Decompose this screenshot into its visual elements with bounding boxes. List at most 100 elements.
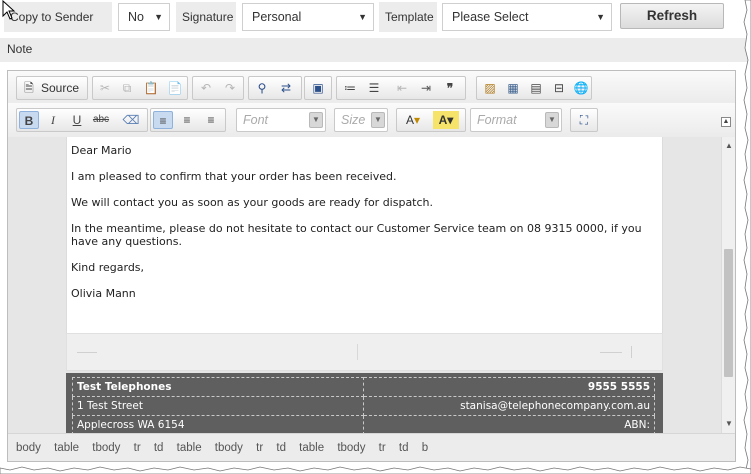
table-row: Test Telephones 9555 5555: [72, 377, 655, 397]
copy-to-sender-value: No: [128, 10, 144, 24]
copy-to-sender-select[interactable]: No ▼: [118, 3, 170, 31]
path-item[interactable]: tbody: [92, 442, 120, 454]
email-body[interactable]: Dear Mario I am pleased to confirm that …: [66, 137, 663, 333]
divider-line: [357, 344, 358, 360]
template-select[interactable]: Please Select ▼: [442, 3, 612, 31]
remove-format-icon[interactable]: ⌫: [121, 111, 141, 129]
background-color-icon[interactable]: A▾: [433, 111, 459, 129]
image-icon[interactable]: ▨: [480, 79, 500, 97]
path-item[interactable]: td: [154, 442, 164, 454]
divider-line: [77, 352, 97, 353]
template-label: Template: [379, 2, 437, 32]
body-paragraph-3: In the meantime, please do not hesitate …: [71, 222, 642, 248]
maximize-icon[interactable]: ⛶: [574, 111, 594, 129]
font-placeholder: Font: [243, 113, 269, 127]
refresh-button[interactable]: Refresh: [620, 3, 724, 29]
abn-cell: ABN:: [363, 415, 655, 433]
path-item[interactable]: tr: [379, 442, 386, 454]
find-icon[interactable]: ⚲: [252, 79, 272, 97]
signature-select[interactable]: Personal ▼: [242, 3, 374, 31]
path-item[interactable]: table: [177, 442, 202, 454]
collapse-toolbar-icon[interactable]: ▲: [721, 117, 731, 127]
history-group: ↶ ↷: [192, 76, 244, 100]
align-left-icon[interactable]: ≡: [153, 111, 173, 129]
outdent-icon[interactable]: ⇤: [392, 79, 412, 97]
cut-icon[interactable]: ✂: [95, 79, 115, 97]
align-center-icon[interactable]: ≡: [177, 111, 197, 129]
size-placeholder: Size: [341, 113, 366, 127]
chevron-down-icon: ▼: [371, 112, 385, 128]
signature-value: Personal: [252, 10, 302, 24]
underline-icon[interactable]: U: [67, 111, 87, 129]
basic-styles-group: B I U abc ⌫: [16, 108, 148, 132]
paste-from-word-icon[interactable]: 📄: [165, 79, 185, 97]
path-item[interactable]: tr: [256, 442, 263, 454]
select-all-group: ▣: [304, 76, 332, 100]
source-icon: 🗎: [24, 81, 34, 95]
closing-line: Kind regards,: [71, 261, 145, 274]
horizontal-line-icon[interactable]: ▤: [526, 79, 546, 97]
size-combo[interactable]: Size ▼: [334, 108, 388, 132]
bulleted-list-icon[interactable]: ☰: [364, 79, 384, 97]
rich-text-editor: 🗎 Source ✂ ⧉ 📋 📄 ↶ ↷ ⚲ ⇄ ▣ ≔ ☰ ⇤ ⇥ ❞ ▨ ▦…: [7, 70, 736, 462]
chevron-down-icon: ▼: [309, 112, 323, 128]
format-placeholder: Format: [477, 113, 517, 127]
source-button[interactable]: 🗎 Source: [16, 76, 88, 100]
align-right-icon[interactable]: ≡: [201, 111, 221, 129]
path-item[interactable]: tbody: [215, 442, 243, 454]
text-color-icon[interactable]: A▾: [400, 111, 426, 129]
chevron-down-icon: ▼: [154, 12, 163, 22]
torn-edge-bottom: [0, 466, 751, 474]
mouse-pointer-icon: [2, 0, 16, 20]
maximize-group: ⛶: [570, 108, 598, 132]
link-icon[interactable]: 🌐: [571, 79, 591, 97]
street-cell: 1 Test Street: [72, 396, 364, 416]
blockquote-icon[interactable]: ❞: [440, 79, 460, 97]
replace-icon[interactable]: ⇄: [276, 79, 296, 97]
redo-icon[interactable]: ↷: [220, 79, 240, 97]
italic-icon[interactable]: I: [43, 111, 63, 129]
chevron-down-icon: ▼: [358, 12, 367, 22]
path-item[interactable]: tr: [134, 442, 141, 454]
path-item[interactable]: td: [399, 442, 409, 454]
find-group: ⚲ ⇄: [248, 76, 302, 100]
signature-block[interactable]: Test Telephones 9555 5555 1 Test Street …: [66, 373, 663, 433]
clipboard-group: ✂ ⧉ 📋 📄: [92, 76, 188, 100]
note-label: Note: [0, 38, 751, 62]
path-item[interactable]: body: [16, 442, 41, 454]
path-item[interactable]: table: [54, 442, 79, 454]
scrollbar-thumb[interactable]: [724, 249, 733, 377]
strikethrough-icon[interactable]: abc: [91, 111, 111, 129]
scroll-down-icon[interactable]: ▼: [722, 417, 736, 431]
bold-icon[interactable]: B: [19, 111, 39, 129]
divider-line: [600, 352, 622, 353]
scroll-up-icon[interactable]: ▲: [722, 139, 736, 153]
undo-icon[interactable]: ↶: [196, 79, 216, 97]
list-indent-group: ≔ ☰ ⇤ ⇥ ❞: [336, 76, 466, 100]
numbered-list-icon[interactable]: ≔: [340, 79, 360, 97]
body-paragraph-1: I am pleased to confirm that your order …: [71, 170, 397, 183]
path-item[interactable]: b: [422, 442, 428, 454]
company-name-cell: Test Telephones: [72, 377, 364, 397]
paste-icon[interactable]: 📋: [141, 79, 161, 97]
editor-toolbar-row-1: 🗎 Source ✂ ⧉ 📋 📄 ↶ ↷ ⚲ ⇄ ▣ ≔ ☰ ⇤ ⇥ ❞ ▨ ▦…: [8, 71, 735, 105]
table-row: Applecross WA 6154 ABN:: [72, 415, 655, 433]
path-item[interactable]: tbody: [337, 442, 365, 454]
screenshot: Copy to Sender No ▼ Signature Personal ▼…: [0, 0, 751, 474]
sender-name: Olivia Mann: [71, 287, 136, 300]
path-item[interactable]: td: [276, 442, 286, 454]
format-combo[interactable]: Format ▼: [470, 108, 562, 132]
select-all-icon[interactable]: ▣: [308, 79, 328, 97]
page-break-icon[interactable]: ⊟: [549, 79, 569, 97]
table-icon[interactable]: ▦: [503, 79, 523, 97]
email-cell: stanisa@telephonecompany.com.au: [363, 396, 655, 416]
vertical-scrollbar[interactable]: ▲ ▼: [721, 137, 735, 433]
alignment-group: ≡ ≡ ≡: [150, 108, 226, 132]
indent-icon[interactable]: ⇥: [416, 79, 436, 97]
path-item[interactable]: table: [299, 442, 324, 454]
copy-icon[interactable]: ⧉: [117, 79, 137, 97]
editor-content-area[interactable]: Dear Mario I am pleased to confirm that …: [8, 137, 721, 433]
suburb-cell: Applecross WA 6154: [72, 415, 364, 433]
table-row: 1 Test Street stanisa@telephonecompany.c…: [72, 396, 655, 416]
font-combo[interactable]: Font ▼: [236, 108, 326, 132]
